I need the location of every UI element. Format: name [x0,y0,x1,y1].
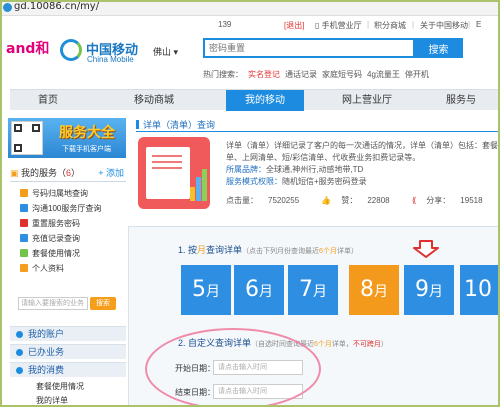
service-icon [20,219,28,227]
end-date-label: 结束日期： [175,388,215,397]
share-button[interactable]: ⟪ 分享： 19518 [412,196,493,205]
china-mobile-logo-icon [60,39,82,61]
add-service-button[interactable]: + 添加 [98,166,124,179]
service-item[interactable]: 号码归属地查询 [20,188,126,203]
nav-home[interactable]: 首页 [18,90,78,111]
hot-search-item[interactable]: 通话记录 [285,70,317,79]
start-date-input[interactable]: 请点击输入时间 [213,360,303,375]
url-text[interactable]: gd.10086.cn/my/ [14,1,99,12]
service-icon [20,189,28,197]
search-input[interactable] [205,40,413,56]
phone-number: 139 [218,20,232,29]
main-nav: 首页 移动商城 我的移动 网上营业厅 服务与 [10,89,500,111]
month-query-title: 1. 按月查询详单（点击下列月份查询最近6个月详单） [178,245,358,255]
china-mobile-logo[interactable]: 中国移动 China Mobile [60,37,148,67]
click-count: 点击量： 7520255 [226,196,300,205]
logout-link[interactable]: [退出] [284,20,304,31]
sidebar-item-my-account[interactable]: 我的账户 [10,326,126,341]
month-button-8[interactable]: 8月 [349,265,399,315]
search-button[interactable]: 搜索 [414,38,463,58]
qr-code-icon [11,121,43,155]
bill-query-image [138,137,210,209]
month-button-5[interactable]: 5月 [181,265,231,315]
service-item[interactable]: 充值记录查询 [20,233,126,248]
sidebar-subitem-package[interactable]: 套餐使用情况 [36,381,84,392]
sidebar-subitem-my-bill[interactable]: 我的详单 [36,395,68,406]
end-date-input[interactable]: 请点击输入时间 [213,384,303,399]
hot-search-item[interactable]: 实名登记 [248,70,280,79]
search-field[interactable] [203,38,415,58]
city-selector[interactable]: 佛山 ▾ [153,45,178,58]
service-item[interactable]: 个人资料 [20,263,126,278]
star-icon: ▣ [10,168,22,178]
app-download-banner[interactable]: 服务大全 下载手机客户端 [8,118,126,158]
product-stats: 点击量： 7520255 👍 赞： 22808 ⟪ 分享： 19518 [226,195,500,206]
nav-online-hall[interactable]: 网上营业厅 [328,90,406,111]
page-title: 详单（清单）查询 [136,118,500,132]
hot-search-item[interactable]: 4g流量王 [367,70,400,79]
address-bar[interactable]: gd.10086.cn/my/ [0,0,500,16]
sidebar-item-my-consumption[interactable]: 我的消费 [10,362,126,377]
business-icon [16,349,23,356]
service-search-button[interactable]: 搜索 [90,297,116,310]
service-item[interactable]: 重置服务密码 [20,218,126,233]
month-button-7[interactable]: 7月 [288,265,338,315]
site-favicon-icon [3,3,12,12]
hot-search-item[interactable]: 家庭短号码 [322,70,362,79]
month-button-10[interactable]: 10 [460,265,500,315]
service-icon [20,204,28,212]
utility-bar: 139 [退出] ▯ 手机营业厅 | 积分商城 | 关于中国移动 | E [218,20,482,31]
service-list: 号码归属地查询 沟通100服务厅查询 重置服务密码 充值记录查询 套餐使用情况 … [20,188,126,278]
english-link[interactable]: E [476,20,481,29]
service-search-input[interactable]: 请输入要搜索的业务 [18,297,88,310]
service-icon [20,234,28,242]
nav-mall[interactable]: 移动商城 [118,90,190,111]
service-icon [20,249,28,257]
and-logo[interactable]: and和 [6,38,50,66]
nav-services[interactable]: 服务与 [446,90,500,111]
hot-search-item[interactable]: 停开机 [405,70,429,79]
month-button-9[interactable]: 9月 [404,265,454,315]
about-link[interactable]: 关于中国移动 [420,20,468,31]
account-icon [16,331,23,338]
mobile-hall-link[interactable]: ▯ 手机营业厅 [315,20,362,31]
month-button-6[interactable]: 6月 [234,265,284,315]
my-services-header: ▣ 我的服务（6） + 添加 [10,166,126,182]
start-date-label: 开始日期： [175,364,215,373]
consumption-icon [16,367,23,374]
nav-my-mobile[interactable]: 我的移动 [226,90,304,111]
product-description: 详单（清单）详细记录了客户的每一次通话的情况，详单（清单）包括：套餐及固定费用详… [226,141,500,186]
share-icon: ⟪ [411,196,417,205]
hot-searches: 热门搜索： 实名登记 通话记录 家庭短号码 4g流量王 停开机 [203,70,429,79]
points-mall-link[interactable]: 积分商城 [374,20,406,31]
thumbs-up-icon: 👍 [321,196,332,205]
service-item[interactable]: 沟通100服务厅查询 [20,203,126,218]
sidebar-item-handled-business[interactable]: 已办业务 [10,344,126,359]
like-button[interactable]: 👍 赞： 22808 [321,196,399,205]
service-item[interactable]: 套餐使用情况 [20,248,126,263]
service-icon [20,264,28,272]
chevron-down-icon: ▾ [173,47,179,57]
arrow-down-icon [413,240,439,258]
custom-query-title: 2. 自定义查询详单（自选时间查询最近6个月详单，不可跨月） [178,338,388,348]
